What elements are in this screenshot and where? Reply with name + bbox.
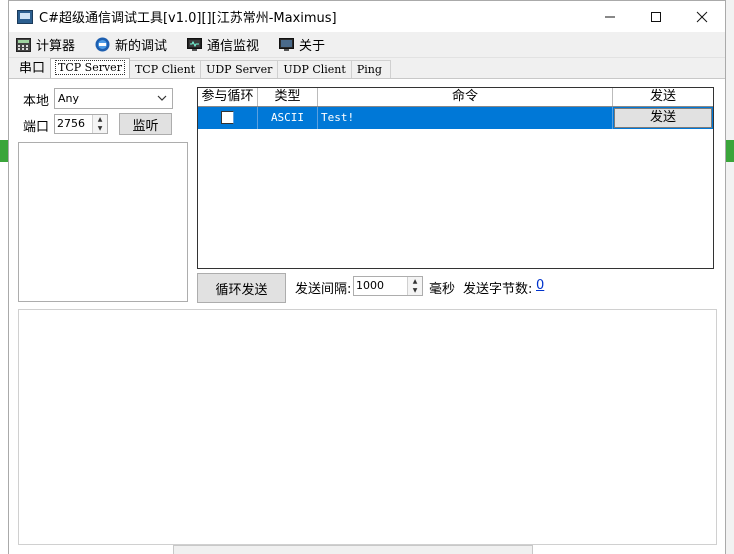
bytes-label: 发送字节数:: [463, 282, 533, 297]
window-title: C#超级通信调试工具[v1.0][][江苏常州-Maximus]: [39, 11, 337, 26]
interval-value: 1000: [356, 279, 384, 292]
maximize-button[interactable]: [633, 1, 679, 32]
close-icon: [696, 11, 708, 22]
tab-serial[interactable]: 串口: [13, 60, 52, 78]
menu-new-debug[interactable]: 新的调试: [92, 32, 170, 58]
bottom-status-strip: [173, 545, 533, 554]
arrow-up-icon[interactable]: ▲: [408, 277, 422, 286]
menu-calculator-label: 计算器: [36, 39, 76, 54]
main-window: C#超级通信调试工具[v1.0][][江苏常州-Maximus] 计算器 新的调…: [8, 0, 726, 554]
grid-header: 参与循环 类型 命令 发送: [198, 88, 713, 107]
loop-checkbox[interactable]: [221, 111, 234, 124]
tab-ping[interactable]: Ping: [350, 60, 391, 78]
loop-cell[interactable]: [198, 107, 258, 129]
tab-strip: 串口 TCP Server TCP Client UDP Server UDP …: [9, 58, 725, 78]
client-list[interactable]: [18, 142, 188, 302]
bytes-count-link[interactable]: 0: [536, 278, 544, 293]
header-loop: 参与循环: [198, 88, 258, 106]
maximize-icon: [651, 11, 661, 22]
arrow-down-icon[interactable]: ▼: [93, 124, 107, 133]
title-bar: C#超级通信调试工具[v1.0][][江苏常州-Maximus]: [9, 1, 725, 32]
menu-about[interactable]: 关于: [276, 32, 328, 58]
interval-input[interactable]: 1000 ▲ ▼: [353, 276, 423, 296]
type-cell[interactable]: ASCII: [258, 107, 318, 129]
arrow-down-icon[interactable]: ▼: [408, 286, 422, 295]
header-command: 命令: [318, 88, 613, 106]
tab-tcp-server[interactable]: TCP Server: [50, 58, 130, 78]
tab-udp-server[interactable]: UDP Server: [200, 60, 279, 78]
menu-calculator[interactable]: 计算器: [13, 32, 78, 58]
port-value: 2756: [57, 117, 85, 130]
local-label: 本地: [23, 94, 50, 109]
close-button[interactable]: [679, 1, 725, 32]
monitor-icon: [187, 38, 203, 51]
calculator-icon: [16, 37, 31, 52]
tab-udp-client[interactable]: UDP Client: [277, 60, 352, 78]
app-icon: [17, 9, 33, 24]
arrow-up-icon[interactable]: ▲: [93, 115, 107, 124]
port-input[interactable]: 2756 ▲ ▼: [54, 114, 108, 134]
header-type: 类型: [258, 88, 318, 106]
port-label: 端口: [23, 120, 50, 135]
row-send-button[interactable]: 发送: [614, 108, 712, 128]
menu-bar: 计算器 新的调试 通信监视 关于: [9, 32, 725, 58]
about-icon: [279, 38, 295, 51]
interval-label: 发送间隔:: [295, 282, 352, 297]
local-address-value: Any: [58, 92, 80, 105]
background-app-strip: [0, 140, 8, 162]
header-send: 发送: [649, 89, 676, 104]
interval-stepper[interactable]: ▲ ▼: [407, 277, 422, 295]
menu-about-label: 关于: [299, 39, 326, 54]
chevron-down-icon: [157, 95, 167, 101]
menu-new-debug-label: 新的调试: [115, 39, 168, 54]
tcp-server-panel: 本地 Any 端口 2756 ▲ ▼ 监听 参与循环 类型 命令 发送 ASCI: [9, 78, 725, 554]
table-row[interactable]: ASCII Test! 发送: [198, 107, 713, 129]
command-cell[interactable]: Test!: [318, 107, 613, 129]
local-address-select[interactable]: Any: [54, 88, 173, 109]
output-textbox[interactable]: [18, 309, 717, 545]
command-grid[interactable]: 参与循环 类型 命令 发送 ASCII Test! 发送: [197, 87, 714, 269]
menu-monitor-label: 通信监视: [207, 39, 260, 54]
tab-tcp-client[interactable]: TCP Client: [128, 60, 202, 78]
minimize-icon: [605, 16, 615, 17]
loop-send-button[interactable]: 循环发送: [197, 273, 286, 303]
listen-button[interactable]: 监听: [119, 113, 172, 135]
interval-unit: 毫秒: [429, 282, 456, 297]
minimize-button[interactable]: [587, 1, 633, 32]
new-debug-icon: [95, 37, 110, 52]
menu-monitor[interactable]: 通信监视: [184, 32, 262, 58]
port-stepper[interactable]: ▲ ▼: [92, 115, 107, 133]
tab-tcp-server-label: TCP Server: [55, 60, 125, 75]
